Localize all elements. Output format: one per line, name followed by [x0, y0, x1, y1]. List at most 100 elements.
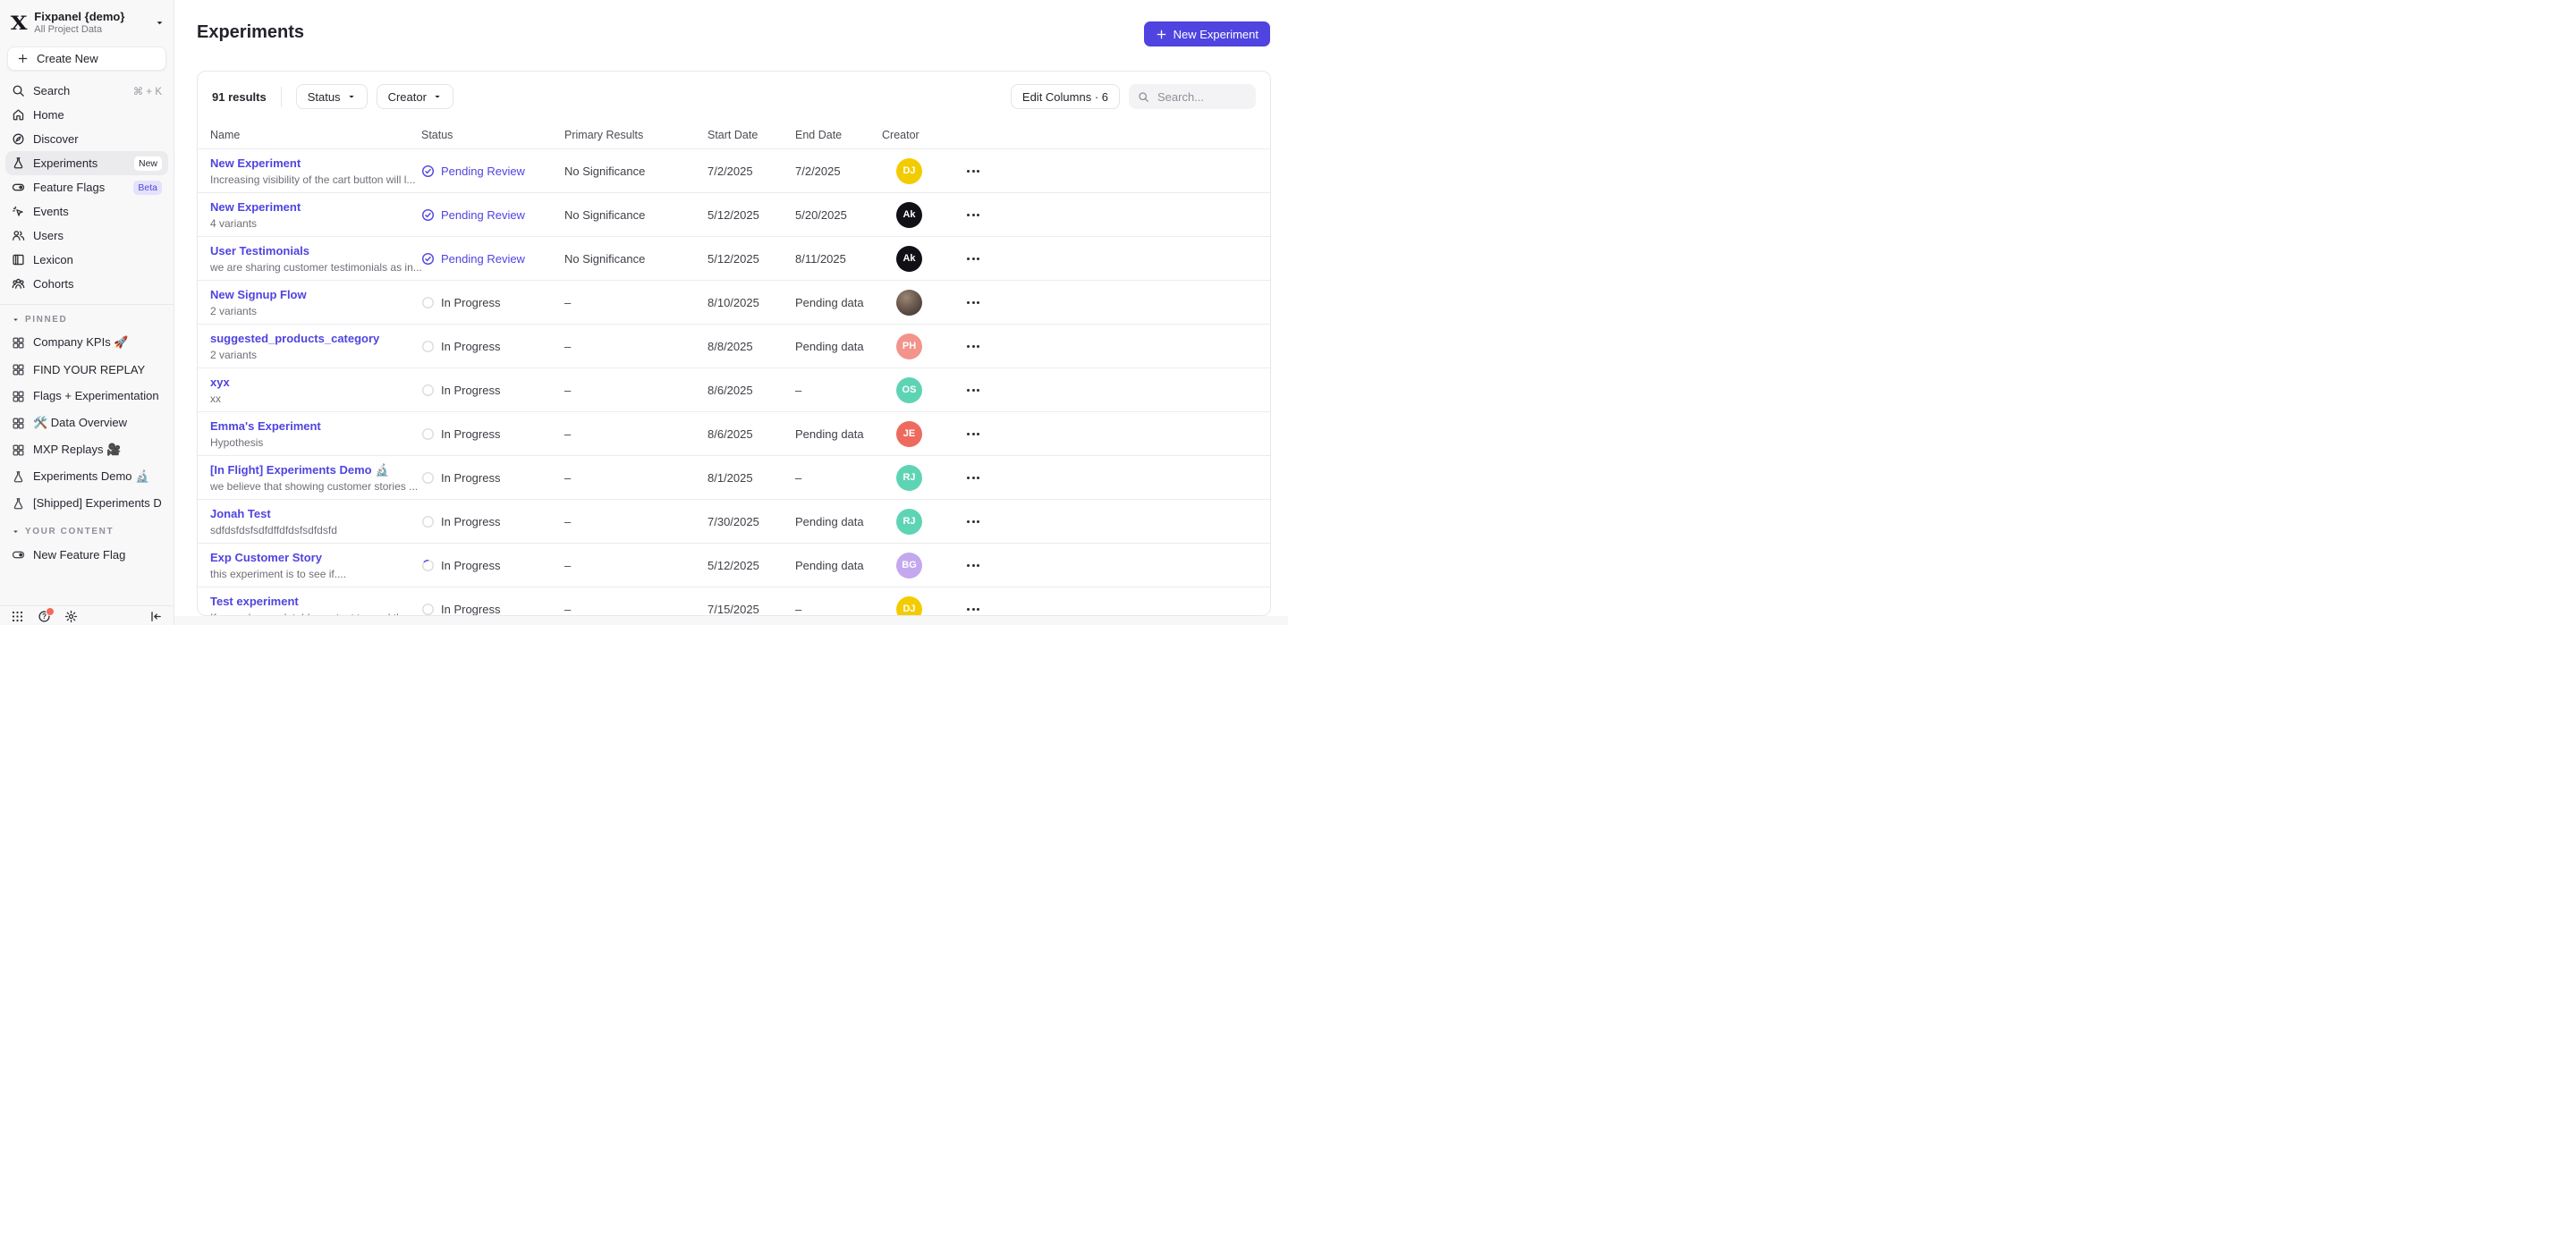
- end-date-cell: Pending data: [795, 296, 882, 309]
- workspace-switcher[interactable]: X Fixpanel {demo} All Project Data: [0, 0, 174, 42]
- sidebar-item-mxp-replays[interactable]: MXP Replays 🎥: [5, 436, 168, 463]
- sidebar-item-label: Home: [33, 108, 162, 122]
- table-row[interactable]: New Signup Flow2 variantsIn Progress–8/1…: [198, 281, 1270, 325]
- end-date-cell: Pending data: [795, 559, 882, 572]
- row-menu-button[interactable]: [967, 389, 987, 392]
- status-filter-button[interactable]: Status: [296, 84, 368, 109]
- sidebar-item-company-kpis[interactable]: Company KPIs 🚀: [5, 329, 168, 356]
- table-row[interactable]: xyxxxIn Progress–8/6/2025–OS: [198, 368, 1270, 412]
- table-row[interactable]: User Testimonialswe are sharing customer…: [198, 237, 1270, 281]
- help-icon[interactable]: ?: [38, 610, 51, 623]
- experiment-link[interactable]: xyx: [210, 376, 421, 390]
- status-label: In Progress: [441, 384, 500, 397]
- flask-icon: [12, 497, 25, 511]
- status-cell: In Progress: [421, 471, 564, 485]
- sidebar-item-label: [Shipped] Experiments Demo 🖊️: [33, 496, 162, 511]
- sidebar-item-data-overview[interactable]: 🛠️ Data Overview: [5, 410, 168, 436]
- sidebar-bottom-bar: ?: [0, 605, 174, 625]
- sidebar-item-events[interactable]: Events: [5, 199, 168, 224]
- experiment-link[interactable]: Exp Customer Story: [210, 551, 421, 565]
- row-menu-button[interactable]: [967, 608, 987, 611]
- sidebar-item-flags-experimentation-demo[interactable]: Flags + Experimentation Demo 🧪: [5, 383, 168, 410]
- sidebar-item-lexicon[interactable]: Lexicon: [5, 248, 168, 272]
- edit-columns-button[interactable]: Edit Columns · 6: [1011, 84, 1120, 109]
- experiment-link[interactable]: Emma's Experiment: [210, 419, 421, 434]
- avatar[interactable]: [896, 290, 922, 316]
- row-menu-button[interactable]: [967, 433, 987, 435]
- sidebar-nav: Search⌘ + K Home DiscoverExperimentsNewFea…: [0, 79, 174, 296]
- row-menu-button[interactable]: [967, 301, 987, 304]
- row-menu-button[interactable]: [967, 258, 987, 260]
- avatar[interactable]: PH: [896, 334, 922, 359]
- home-icon: [12, 108, 25, 122]
- avatar[interactable]: JE: [896, 421, 922, 447]
- new-experiment-button[interactable]: New Experiment: [1144, 21, 1270, 46]
- sidebar-item-experiments[interactable]: ExperimentsNew: [5, 151, 168, 175]
- experiment-link[interactable]: suggested_products_category: [210, 332, 421, 346]
- toggle-icon: [12, 548, 25, 562]
- experiment-name-cell: Exp Customer Storythis experiment is to …: [198, 551, 421, 580]
- sidebar-item-find-your-replay[interactable]: FIND YOUR REPLAY: [5, 356, 168, 383]
- row-menu-button[interactable]: [967, 520, 987, 523]
- table-row[interactable]: Jonah TestsdfdsfdsfsdfdffdfdsfsdfdsfdIn …: [198, 500, 1270, 544]
- section-header-pinned[interactable]: PINNED: [0, 305, 174, 329]
- creator-filter-button[interactable]: Creator: [377, 84, 453, 109]
- avatar[interactable]: RJ: [896, 509, 922, 535]
- sidebar-item-discover[interactable]: Discover: [5, 127, 168, 151]
- sidebar-item-home[interactable]: Home: [5, 103, 168, 127]
- avatar[interactable]: OS: [896, 377, 922, 403]
- sidebar-item-label: Cohorts: [33, 277, 162, 291]
- table-row[interactable]: suggested_products_category2 variantsIn …: [198, 325, 1270, 368]
- sidebar-item-cohorts[interactable]: Cohorts: [5, 272, 168, 296]
- avatar[interactable]: BG: [896, 553, 922, 579]
- chevron-down-icon: [347, 92, 356, 101]
- experiment-link[interactable]: New Signup Flow: [210, 288, 421, 302]
- table-row[interactable]: Emma's ExperimentHypothesisIn Progress–8…: [198, 412, 1270, 456]
- status-label: In Progress: [441, 340, 500, 353]
- sidebar-item-shipped-experiments-demo[interactable]: [Shipped] Experiments Demo 🖊️: [5, 490, 168, 517]
- apps-grid-icon[interactable]: [11, 610, 24, 623]
- row-menu-button[interactable]: [967, 170, 987, 173]
- sidebar-item-experiments-demo[interactable]: Experiments Demo 🔬: [5, 463, 168, 490]
- collapse-sidebar-icon[interactable]: [149, 610, 163, 623]
- workspace-subtitle: All Project Data: [34, 24, 147, 36]
- avatar[interactable]: RJ: [896, 465, 922, 491]
- table-row[interactable]: Test experimentIf users have relatable c…: [198, 587, 1270, 616]
- experiment-link[interactable]: New Experiment: [210, 156, 421, 171]
- end-date-cell: 7/2/2025: [795, 165, 882, 178]
- experiment-link[interactable]: New Experiment: [210, 200, 421, 215]
- row-actions-cell: [967, 520, 1270, 523]
- row-menu-button[interactable]: [967, 214, 987, 216]
- table-row[interactable]: [In Flight] Experiments Demo 🔬we believe…: [198, 456, 1270, 500]
- row-menu-button[interactable]: [967, 564, 987, 567]
- avatar[interactable]: Ak: [896, 202, 922, 228]
- sidebar-item-feature-flags[interactable]: Feature FlagsBeta: [5, 175, 168, 199]
- table-row[interactable]: New ExperimentIncreasing visibility of t…: [198, 149, 1270, 193]
- avatar[interactable]: DJ: [896, 596, 922, 617]
- section-header-your-content[interactable]: YOUR CONTENT: [0, 517, 174, 541]
- avatar[interactable]: Ak: [896, 246, 922, 272]
- experiment-link[interactable]: Jonah Test: [210, 507, 421, 521]
- progress-circle-icon: [421, 384, 435, 397]
- start-date-cell: 8/6/2025: [708, 384, 795, 397]
- sidebar-item-users[interactable]: Users: [5, 224, 168, 248]
- experiment-link[interactable]: Test experiment: [210, 595, 421, 609]
- row-menu-button[interactable]: [967, 345, 987, 348]
- start-date-cell: 7/2/2025: [708, 165, 795, 178]
- creator-cell: BG: [882, 553, 967, 579]
- edit-columns-label: Edit Columns · 6: [1022, 90, 1108, 104]
- sidebar-item-search[interactable]: Search⌘ + K: [5, 79, 168, 103]
- sidebar-item-new-feature-flag[interactable]: New Feature Flag: [5, 541, 168, 568]
- create-new-button[interactable]: Create New: [7, 46, 166, 71]
- gear-icon[interactable]: [64, 610, 78, 623]
- row-menu-button[interactable]: [967, 477, 987, 479]
- create-new-label: Create New: [37, 52, 98, 65]
- experiment-name-cell: New ExperimentIncreasing visibility of t…: [198, 156, 421, 186]
- row-actions-cell: [967, 608, 1270, 611]
- table-row[interactable]: New Experiment4 variantsPending ReviewNo…: [198, 193, 1270, 237]
- experiment-link[interactable]: [In Flight] Experiments Demo 🔬: [210, 463, 421, 477]
- avatar[interactable]: DJ: [896, 158, 922, 184]
- table-row[interactable]: Exp Customer Storythis experiment is to …: [198, 544, 1270, 587]
- table-search-input[interactable]: [1156, 89, 1247, 105]
- experiment-link[interactable]: User Testimonials: [210, 244, 421, 258]
